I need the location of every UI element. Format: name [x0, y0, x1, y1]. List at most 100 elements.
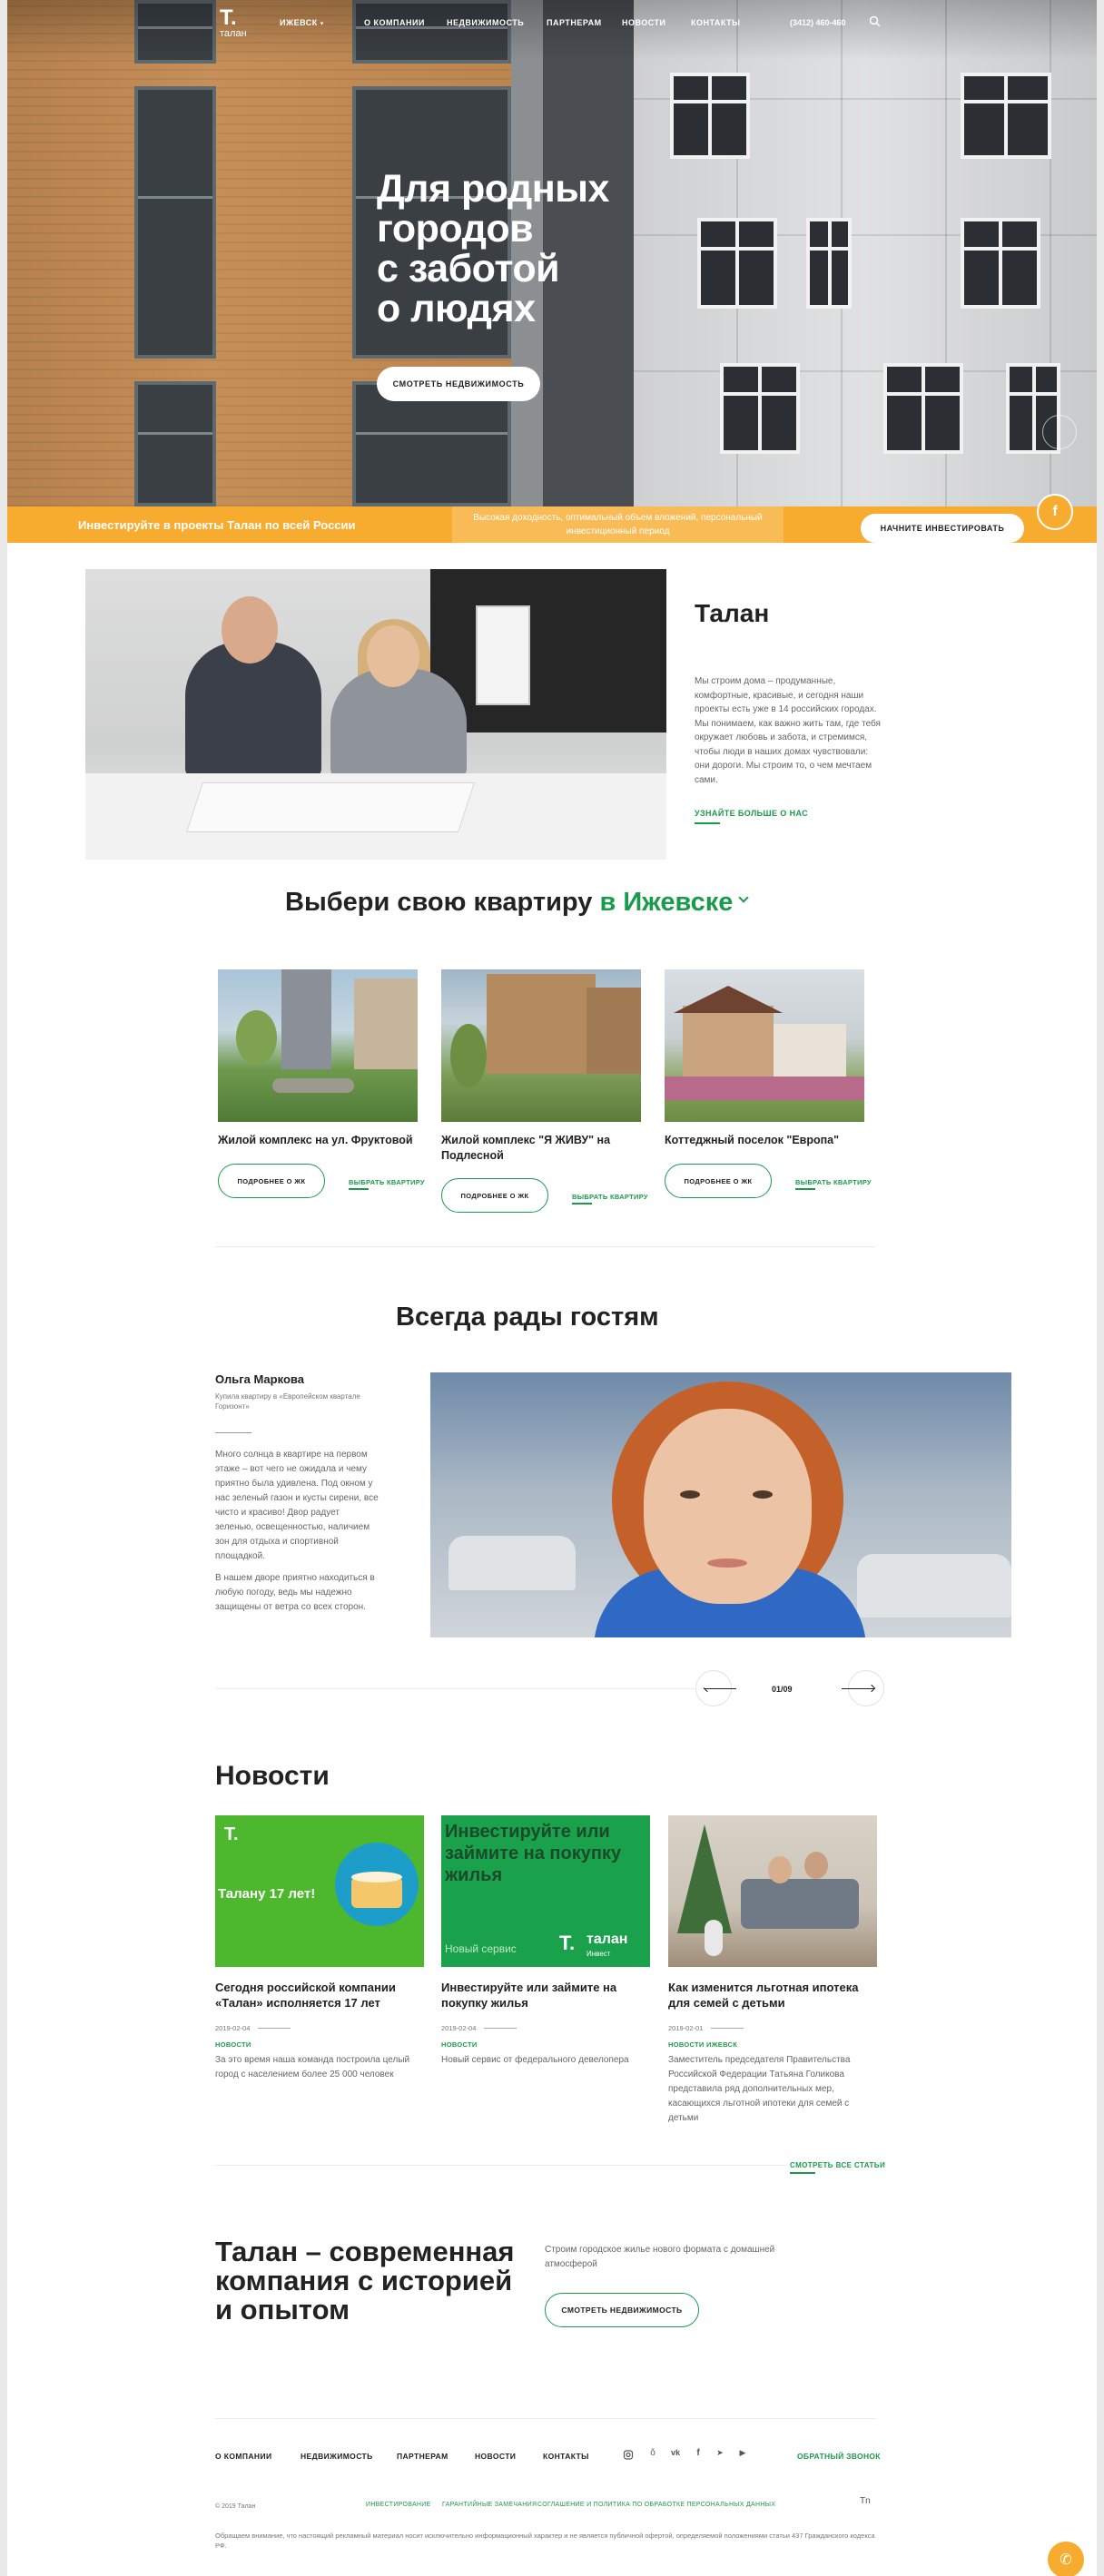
photo-flowers	[665, 1077, 864, 1100]
developer-logo[interactable]: Tn	[860, 2496, 871, 2506]
nav-about[interactable]: О компании	[364, 18, 425, 27]
news-date-line	[258, 2028, 291, 2029]
invest-headline[interactable]: Инвестируйте в проекты Талан по всей Рос…	[78, 518, 356, 532]
news-image-invest[interactable]: Инвестируйте или займите на покупку жиль…	[441, 1815, 650, 1967]
photo-paper	[186, 782, 475, 832]
instagram-icon[interactable]	[622, 2450, 635, 2460]
callback-link[interactable]: Обратный звонок	[797, 2452, 881, 2461]
phone-icon[interactable]: ✆	[1048, 2542, 1084, 2576]
footer-nav-partners[interactable]: Партнерам	[397, 2452, 448, 2461]
view-realty-button[interactable]: Смотреть недвижимость	[377, 367, 540, 401]
hero-banner: Т. талан Ижевск ▾ О компании Недвижимост…	[7, 0, 1097, 506]
news-date-line	[711, 2028, 744, 2029]
complex-details-button[interactable]: Подробнее о ЖК	[665, 1164, 772, 1198]
photo-house	[683, 1006, 774, 1078]
link-underline	[695, 822, 720, 824]
news-item-title[interactable]: Инвестируйте или займите на покупку жиль…	[441, 1980, 650, 2011]
site-logo[interactable]: Т. талан	[220, 7, 247, 40]
choose-apartment-link[interactable]: Выбрать квартиру	[349, 1178, 425, 1186]
choose-apartment-link[interactable]: Выбрать квартиру	[795, 1178, 872, 1186]
arrow-head	[703, 1684, 712, 1693]
complex-fruktovaya-image[interactable]	[218, 969, 418, 1122]
news-image-logo-sub: Инвест	[586, 1950, 611, 1958]
logo-text: талан	[220, 28, 247, 39]
hero-title: Для родных городов с заботой о людях	[377, 169, 609, 329]
learn-more-link[interactable]: Узнайте больше о нас	[695, 809, 808, 818]
news-image-17-years[interactable]: Т. Талану 17 лет!	[215, 1815, 424, 1967]
news-item-title[interactable]: Как изменится льготная ипотека для семей…	[668, 1980, 877, 2011]
start-investing-button[interactable]: Начните инвестировать	[861, 514, 1024, 543]
footer-nav-contacts[interactable]: Контакты	[543, 2452, 589, 2461]
top-nav: Т. талан Ижевск ▾ О компании Недвижимост…	[7, 0, 1097, 47]
photo-building	[354, 978, 418, 1069]
complex-details-button[interactable]: Подробнее о ЖК	[218, 1164, 325, 1198]
news-tag[interactable]: Новости	[215, 2040, 251, 2049]
news-image-caption: Инвестируйте или займите на покупку жиль…	[445, 1822, 622, 1885]
hero-title-line: городов	[377, 207, 534, 251]
news-image-caption: Талану 17 лет!	[218, 1886, 316, 1902]
card-title[interactable]: Жилой комплекс на ул. Фруктовой	[218, 1133, 418, 1148]
complex-details-button[interactable]: Подробнее о ЖК	[441, 1178, 548, 1213]
photo-building	[586, 988, 641, 1074]
news-tag[interactable]: Новости Ижевск	[668, 2040, 737, 2049]
hero-title-line: Для родных	[377, 167, 609, 211]
footer-link-investing[interactable]: Инвестирование	[366, 2502, 431, 2508]
apartments-city-selector[interactable]: в Ижевске	[599, 888, 750, 917]
photo-face	[644, 1409, 812, 1604]
facebook-icon[interactable]: f	[692, 2448, 705, 2458]
choose-apartment-link[interactable]: Выбрать квартиру	[572, 1193, 648, 1201]
news-image-mortgage[interactable]	[668, 1815, 877, 1967]
news-date: 2019-02-04	[215, 2024, 251, 2032]
photo-house	[774, 1024, 846, 1078]
footer-nav-about[interactable]: О компании	[215, 2452, 271, 2461]
news-item-title[interactable]: Сегодня российской компании «Талан» испо…	[215, 1980, 424, 2011]
news-tag[interactable]: Новости	[441, 2040, 478, 2049]
vk-icon[interactable]: vk	[669, 2448, 682, 2457]
about-photo	[85, 569, 666, 860]
photo-hammock	[272, 1078, 354, 1093]
about-title: Талан	[695, 599, 770, 627]
news-date: 2019-02-01	[668, 2024, 704, 2032]
hero-title-line: о людях	[377, 287, 536, 330]
photo-roof	[674, 986, 783, 1013]
photo-person	[804, 1852, 828, 1879]
cta-view-realty-button[interactable]: Смотреть недвижимость	[545, 2293, 699, 2327]
card-title[interactable]: Жилой комплекс "Я ЖИВУ" на Подлесной	[441, 1133, 641, 1164]
city-selector[interactable]: Ижевск ▾	[280, 18, 324, 27]
photo-tree	[236, 1010, 277, 1065]
testimonial-divider	[215, 1432, 251, 1433]
next-arrow-button[interactable]	[842, 1670, 884, 1706]
footer-link-privacy[interactable]: Соглашение и политика по обработке персо…	[537, 2502, 775, 2508]
header-phone[interactable]: (3412) 460-460	[790, 18, 846, 27]
card-title[interactable]: Коттеджный поселок "Европа"	[665, 1133, 864, 1148]
facebook-icon[interactable]: f	[1037, 494, 1073, 530]
nav-realty[interactable]: Недвижимость	[447, 18, 524, 27]
telegram-icon[interactable]: ➤	[714, 2448, 726, 2458]
link-underline	[795, 1188, 815, 1190]
cta-title: Талан – современная компания с историей …	[215, 2236, 515, 2325]
cake-top	[351, 1872, 402, 1883]
invest-banner: Инвестируйте в проекты Талан по всей Рос…	[7, 506, 1097, 543]
nav-news[interactable]: Новости	[622, 18, 666, 27]
testimonial-paragraph: Много солнца в квартире на первом этаже …	[215, 1450, 379, 1561]
slide-counter: 01/09	[772, 1685, 793, 1694]
prev-arrow-button[interactable]	[695, 1670, 736, 1706]
nav-partners[interactable]: Партнерам	[547, 18, 602, 27]
apartments-title-text: Выбери свою квартиру	[285, 888, 593, 917]
cottage-europa-image[interactable]	[665, 969, 864, 1122]
footer-nav-realty[interactable]: Недвижимость	[301, 2452, 373, 2461]
hero-slider-control[interactable]	[1042, 415, 1077, 449]
photo-man-head	[222, 596, 278, 664]
youtube-icon[interactable]: ▶	[736, 2448, 749, 2458]
photo-car	[857, 1554, 1011, 1617]
nav-contacts[interactable]: Контакты	[691, 18, 740, 27]
apartments-city: в Ижевске	[599, 888, 734, 917]
footer-link-warranty[interactable]: Гарантийные замечания	[442, 2502, 537, 2508]
photo-eye	[680, 1490, 700, 1499]
odnoklassniki-icon[interactable]: ǒ	[646, 2448, 659, 2458]
search-icon[interactable]	[869, 15, 881, 27]
talan-logo-icon: Т.	[559, 1932, 576, 1954]
complex-ya-zhivu-image[interactable]	[441, 969, 641, 1122]
all-news-link[interactable]: Смотреть все статьи	[790, 2161, 885, 2169]
footer-nav-news[interactable]: Новости	[475, 2452, 516, 2461]
